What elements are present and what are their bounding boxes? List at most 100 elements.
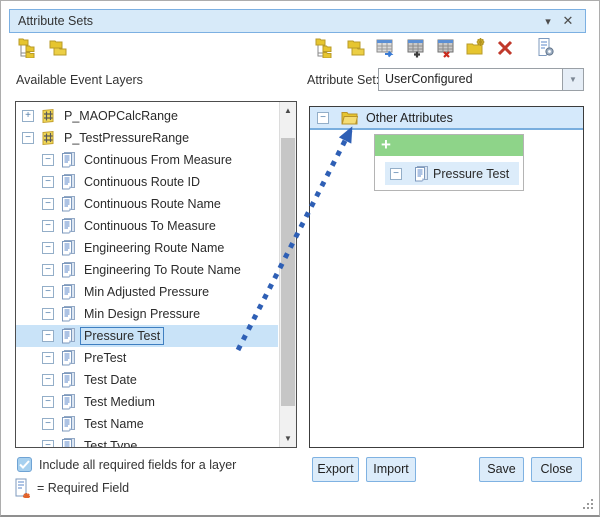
field-icon <box>60 416 76 432</box>
remove-table-button[interactable] <box>433 38 457 62</box>
other-attributes-node[interactable]: − Other Attributes <box>310 107 583 130</box>
dragged-item-label: Pressure Test <box>433 167 509 181</box>
tree-item-label: Continuous Route ID <box>81 174 203 190</box>
tree-item-engineering-route-name[interactable]: − Engineering Route Name <box>16 237 278 259</box>
dragged-item: − Pressure Test <box>385 162 519 185</box>
field-icon <box>60 196 76 212</box>
close-icon[interactable]: ✕ <box>559 12 577 30</box>
delete-x-icon <box>495 38 515 63</box>
tree-item-label: Test Name <box>81 416 147 432</box>
collapse-layers-button[interactable] <box>44 38 68 62</box>
tree-item-label: Continuous From Measure <box>81 152 235 168</box>
check-icon <box>19 460 30 469</box>
scroll-up-icon[interactable]: ▲ <box>280 102 296 119</box>
field-icon <box>60 328 76 344</box>
tree-item-min-design-pressure[interactable]: − Min Design Pressure <box>16 303 278 325</box>
close-button[interactable]: Close <box>531 457 582 482</box>
chevron-down-icon[interactable]: ▼ <box>562 69 583 90</box>
required-field-legend: = Required Field <box>37 481 129 495</box>
tree-item-label: Engineering Route Name <box>81 240 227 256</box>
field-icon <box>60 306 76 322</box>
tree-item-label: Engineering To Route Name <box>81 262 244 278</box>
tree-item-continuous-route-id[interactable]: − Continuous Route ID <box>16 171 278 193</box>
tree-item-pressure-test[interactable]: − Pressure Test <box>16 325 278 347</box>
drag-preview: + − Pressure Test <box>374 134 524 191</box>
delete-button[interactable] <box>493 38 517 62</box>
expand-icon[interactable]: + <box>22 110 34 122</box>
collapse-icon[interactable]: − <box>317 112 329 124</box>
import-button[interactable]: Import <box>366 457 416 482</box>
collapse-icon[interactable]: − <box>42 330 54 342</box>
tree-item-label: P_MAOPCalcRange <box>61 108 181 124</box>
tree-item-label: Test Medium <box>81 394 158 410</box>
tree-item-continuous-route-name[interactable]: − Continuous Route Name <box>16 193 278 215</box>
tree-item-label: Test Date <box>81 372 140 388</box>
scroll-down-icon[interactable]: ▼ <box>280 430 296 447</box>
expand-layer-tree-button[interactable] <box>16 38 40 62</box>
tree-item-label: PreTest <box>81 350 129 366</box>
titlebar[interactable]: Attribute Sets ▾ ✕ <box>9 9 586 33</box>
tree-item-label: Pressure Test <box>81 328 163 344</box>
collapse-icon[interactable]: − <box>42 242 54 254</box>
save-button[interactable]: Save <box>479 457 524 482</box>
drop-indicator: + <box>375 135 523 156</box>
folder-settings-button[interactable] <box>463 38 487 62</box>
collapse-icon[interactable]: − <box>42 154 54 166</box>
field-icon <box>60 218 76 234</box>
export-button[interactable]: Export <box>312 457 359 482</box>
field-icon <box>60 262 76 278</box>
collapse-icon[interactable]: − <box>42 440 54 448</box>
tree-item-label: Min Design Pressure <box>81 306 203 322</box>
tree-scrollbar[interactable]: ▲ ▼ <box>279 102 296 447</box>
tree-item-p-testpressurerange[interactable]: −P_TestPressureRange <box>16 127 278 149</box>
scrollbar-thumb[interactable] <box>281 138 295 406</box>
collapse-icon[interactable]: − <box>42 220 54 232</box>
attribute-set-label: Attribute Set: <box>307 73 379 87</box>
tree-item-min-adjusted-pressure[interactable]: − Min Adjusted Pressure <box>16 281 278 303</box>
attribute-set-combobox[interactable]: UserConfigured ▼ <box>378 68 584 91</box>
tree-item-label: Continuous Route Name <box>81 196 224 212</box>
tree-item-test-medium[interactable]: − Test Medium <box>16 391 278 413</box>
include-required-fields-label: Include all required fields for a layer <box>39 458 236 472</box>
field-icon <box>60 394 76 410</box>
expand-attribute-tree-button[interactable] <box>313 38 337 62</box>
collapse-icon[interactable]: − <box>42 286 54 298</box>
add-table-button[interactable] <box>403 38 427 62</box>
tree-item-label: Min Adjusted Pressure <box>81 284 212 300</box>
tree-item-engineering-to-route-name[interactable]: − Engineering To Route Name <box>16 259 278 281</box>
tree-item-continuous-from-measure[interactable]: − Continuous From Measure <box>16 149 278 171</box>
tree-item-pretest[interactable]: − PreTest <box>16 347 278 369</box>
tree-item-test-date[interactable]: − Test Date <box>16 369 278 391</box>
layer-tree-icon <box>315 37 336 63</box>
collapse-icon[interactable]: − <box>22 132 34 144</box>
open-folders-icon <box>46 37 67 63</box>
collapse-icon[interactable]: − <box>42 374 54 386</box>
minimize-icon[interactable]: ▾ <box>539 12 557 30</box>
resize-grip[interactable] <box>591 507 593 509</box>
field-icon <box>60 350 76 366</box>
layer-icon <box>40 108 56 124</box>
collapse-icon[interactable]: − <box>42 264 54 276</box>
attribute-set-value: UserConfigured <box>379 69 562 90</box>
plus-icon: + <box>381 135 391 154</box>
tree-item-test-name[interactable]: − Test Name <box>16 413 278 435</box>
collapse-icon[interactable]: − <box>42 418 54 430</box>
collapse-icon[interactable]: − <box>42 352 54 364</box>
field-icon <box>60 174 76 190</box>
collapse-icon[interactable]: − <box>42 176 54 188</box>
tree-item-label: Test Type <box>81 438 140 448</box>
report-settings-icon <box>535 37 556 63</box>
table-add-icon <box>405 37 426 63</box>
export-table-button[interactable] <box>373 38 397 62</box>
collapse-icon[interactable]: − <box>42 308 54 320</box>
collapse-icon[interactable]: − <box>42 396 54 408</box>
available-event-layers-panel: +P_MAOPCalcRange−P_TestPressureRange−Con… <box>15 101 297 448</box>
attribute-sets-dialog: Attribute Sets ▾ ✕ Available Event Layer… <box>0 0 600 517</box>
tree-item-continuous-to-measure[interactable]: −Continuous To Measure <box>16 215 278 237</box>
collapse-attributes-button[interactable] <box>342 38 366 62</box>
include-required-fields-checkbox[interactable] <box>17 457 32 472</box>
tree-item-test-type[interactable]: − Test Type <box>16 435 278 448</box>
collapse-icon[interactable]: − <box>42 198 54 210</box>
report-settings-button[interactable] <box>533 38 557 62</box>
tree-item-p-maopcalcrange[interactable]: + P_MAOPCalcRange <box>16 105 278 127</box>
